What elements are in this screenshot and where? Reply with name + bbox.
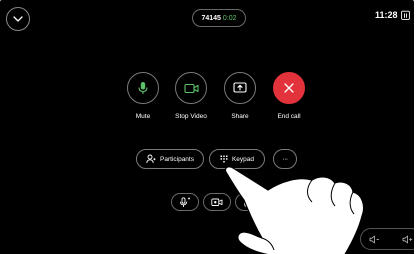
share-label: Share xyxy=(231,113,249,120)
microphone-icon xyxy=(138,82,148,94)
chevron-down-icon xyxy=(13,16,23,22)
end-call-label: End call xyxy=(277,113,301,120)
share-button[interactable] xyxy=(224,72,256,104)
camera-settings-icon xyxy=(211,198,223,206)
keypad-label: Keypad xyxy=(231,155,255,163)
microphone-settings-icon xyxy=(180,196,190,207)
participants-icon xyxy=(146,154,156,164)
stop-video-button[interactable] xyxy=(175,72,207,104)
minimize-call-button[interactable] xyxy=(6,7,30,31)
mic-settings-button[interactable] xyxy=(171,193,199,211)
stop-video-label: Stop Video xyxy=(175,113,207,120)
keypad-icon xyxy=(220,155,228,162)
call-timer: 0:02 xyxy=(222,14,237,22)
end-call-button[interactable] xyxy=(273,72,305,104)
end-call-control[interactable]: End call xyxy=(259,72,319,120)
mute-button[interactable] xyxy=(127,72,159,104)
layout-settings-button[interactable] xyxy=(235,193,263,211)
clock: 11:28 xyxy=(375,10,398,20)
volume-control[interactable] xyxy=(360,228,414,250)
hand-illustration xyxy=(224,166,365,254)
more-button[interactable]: ··· xyxy=(273,149,297,169)
volume-up-icon[interactable] xyxy=(402,235,413,244)
video-camera-icon xyxy=(183,83,199,93)
share-screen-icon xyxy=(233,82,247,93)
call-id: 74145 xyxy=(201,14,221,22)
volume-down-icon[interactable] xyxy=(369,235,380,244)
keypad-button[interactable]: Keypad xyxy=(209,149,265,169)
more-icon: ··· xyxy=(282,155,288,163)
participants-label: Participants xyxy=(160,155,194,163)
participants-button[interactable]: Participants xyxy=(136,149,204,169)
close-icon xyxy=(284,83,294,93)
call-screen: 74145 0:02 11:28 Mute Stop Video Share E… xyxy=(0,0,414,254)
image-icon xyxy=(243,197,255,207)
mute-label: Mute xyxy=(135,113,151,120)
calendar-icon[interactable] xyxy=(401,10,410,20)
camera-settings-button[interactable] xyxy=(203,193,231,211)
call-status-pill[interactable]: 74145 0:02 xyxy=(192,9,246,27)
